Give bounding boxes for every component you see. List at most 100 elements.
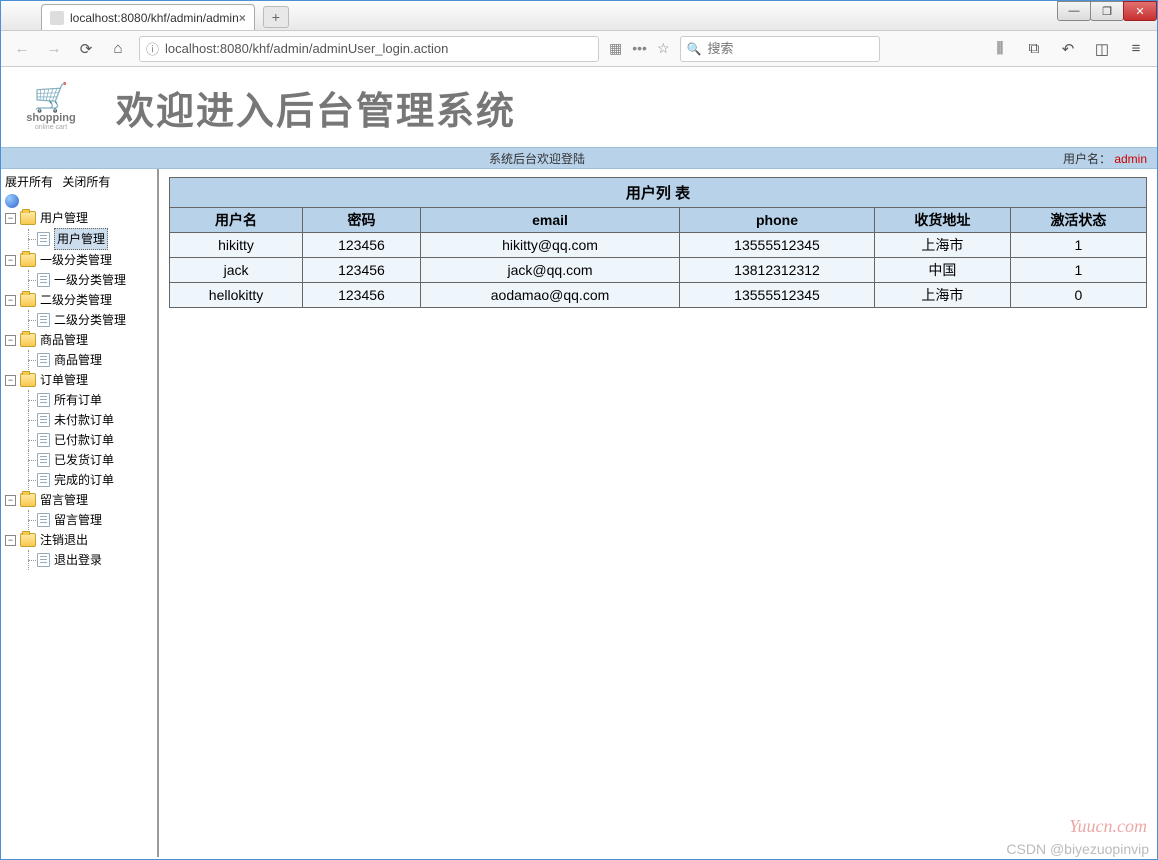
page-icon (37, 513, 50, 527)
tree-item[interactable]: 已付款订单 (5, 430, 153, 450)
page-icon (37, 393, 50, 407)
new-tab-button[interactable]: + (263, 6, 289, 28)
library-icon[interactable]: ⫼ (989, 38, 1011, 60)
browser-window: localhost:8080/khf/admin/admin × + — ❐ ✕… (0, 0, 1158, 860)
tree-connector (23, 470, 37, 490)
folder-open-icon (20, 333, 36, 347)
screenshot-icon[interactable]: ⧉ (1023, 38, 1045, 60)
tree-item-label: 已付款订单 (54, 430, 114, 450)
tree-folder-label: 订单管理 (40, 370, 88, 390)
minimize-button[interactable]: — (1057, 1, 1091, 21)
user-label: 用户名： (1063, 152, 1111, 166)
tree-folder-label: 注销退出 (40, 530, 88, 550)
column-header: email (420, 208, 679, 233)
collapse-icon[interactable]: − (5, 335, 16, 346)
table-cell: jack@qq.com (420, 258, 679, 283)
address-bar[interactable]: ⓘ localhost:8080/khf/admin/adminUser_log… (139, 36, 599, 62)
url-text: localhost:8080/khf/admin/adminUser_login… (165, 41, 592, 56)
forward-button[interactable]: → (43, 38, 65, 60)
tree-connector (23, 390, 37, 410)
page-icon (37, 433, 50, 447)
sidebar-icon[interactable]: ◫ (1091, 38, 1113, 60)
browser-tab[interactable]: localhost:8080/khf/admin/admin × (41, 4, 255, 30)
column-header: 用户名 (170, 208, 303, 233)
column-header: 密码 (303, 208, 421, 233)
reload-button[interactable]: ⟳ (75, 38, 97, 60)
back-button[interactable]: ← (11, 38, 33, 60)
collapse-icon[interactable]: − (5, 295, 16, 306)
collapse-all-link[interactable]: 关闭所有 (62, 175, 110, 189)
search-input[interactable] (707, 41, 872, 56)
tree-item[interactable]: 已发货订单 (5, 450, 153, 470)
info-icon[interactable]: ⓘ (146, 39, 159, 58)
tree-connector (23, 450, 37, 470)
table-body: hikitty123456hikitty@qq.com13555512345上海… (170, 233, 1147, 308)
nav-tree: −用户管理用户管理−一级分类管理一级分类管理−二级分类管理二级分类管理−商品管理… (5, 194, 153, 570)
table-cell: hikitty@qq.com (420, 233, 679, 258)
tree-item[interactable]: 用户管理 (5, 228, 153, 250)
table-header-row: 用户名密码emailphone收货地址激活状态 (170, 208, 1147, 233)
watermark-csdn: CSDN @biyezuopinvip (1006, 841, 1149, 857)
table-cell: 123456 (303, 258, 421, 283)
page-icon (37, 232, 50, 246)
tree-folder-label: 二级分类管理 (40, 290, 112, 310)
logo-subtext: online cart (35, 124, 67, 131)
tree-folder[interactable]: − 注销退出 (5, 530, 153, 550)
tree-folder[interactable]: − 订单管理 (5, 370, 153, 390)
address-bar-icons: ▦ ••• ☆ (609, 40, 670, 57)
username: admin (1114, 152, 1147, 166)
tree-folder[interactable]: −商品管理 (5, 330, 153, 350)
tab-title: localhost:8080/khf/admin/admin (70, 11, 239, 25)
watermark-yuucn: Yuucn.com (1069, 816, 1147, 837)
table-cell: 123456 (303, 283, 421, 308)
tree-root (5, 194, 153, 208)
tree-item-label: 留言管理 (54, 510, 102, 530)
logo-text: shopping (26, 112, 76, 124)
tree-item[interactable]: 商品管理 (5, 350, 153, 370)
qr-icon[interactable]: ▦ (609, 40, 622, 57)
menu-icon[interactable]: ≡ (1125, 38, 1147, 60)
cart-icon: 🛒 (34, 84, 69, 112)
tree-item[interactable]: 完成的订单 (5, 470, 153, 490)
tree-item[interactable]: 二级分类管理 (5, 310, 153, 330)
expand-all-link[interactable]: 展开所有 (5, 175, 53, 189)
tree-item[interactable]: 退出登录 (5, 550, 153, 570)
collapse-icon[interactable]: − (5, 495, 16, 506)
more-icon[interactable]: ••• (632, 40, 647, 57)
table-cell: 上海市 (874, 283, 1010, 308)
tree-folder[interactable]: −留言管理 (5, 490, 153, 510)
bookmark-icon[interactable]: ☆ (657, 40, 670, 57)
status-user: 用户名： admin (1063, 150, 1147, 167)
page-icon (37, 353, 50, 367)
close-window-button[interactable]: ✕ (1123, 1, 1157, 21)
tree-item-label: 商品管理 (54, 350, 102, 370)
tree-folder[interactable]: −一级分类管理 (5, 250, 153, 270)
collapse-icon[interactable]: − (5, 375, 16, 386)
table-row[interactable]: hellokitty123456aodamao@qq.com1355551234… (170, 283, 1147, 308)
table-cell: 1 (1010, 233, 1146, 258)
tree-item[interactable]: 所有订单 (5, 390, 153, 410)
tree-item-label: 用户管理 (54, 228, 108, 250)
table-row[interactable]: hikitty123456hikitty@qq.com13555512345上海… (170, 233, 1147, 258)
maximize-button[interactable]: ❐ (1090, 1, 1124, 21)
collapse-icon[interactable]: − (5, 255, 16, 266)
collapse-icon[interactable]: − (5, 213, 16, 224)
tree-item-label: 退出登录 (54, 550, 102, 570)
tree-item[interactable]: 未付款订单 (5, 410, 153, 430)
tree-connector (23, 410, 37, 430)
collapse-icon[interactable]: − (5, 535, 16, 546)
table-cell: jack (170, 258, 303, 283)
folder-open-icon (20, 211, 36, 225)
close-tab-icon[interactable]: × (239, 11, 246, 25)
table-cell: 上海市 (874, 233, 1010, 258)
search-bar[interactable]: 🔍 (680, 36, 880, 62)
tree-folder[interactable]: − 二级分类管理 (5, 290, 153, 310)
undo-icon[interactable]: ↶ (1057, 38, 1079, 60)
table-cell: 13555512345 (680, 283, 875, 308)
page-icon (50, 11, 64, 25)
tree-folder[interactable]: −用户管理 (5, 208, 153, 228)
table-row[interactable]: jack123456jack@qq.com13812312312中国1 (170, 258, 1147, 283)
tree-item[interactable]: 一级分类管理 (5, 270, 153, 290)
tree-item[interactable]: 留言管理 (5, 510, 153, 530)
home-button[interactable]: ⌂ (107, 38, 129, 60)
